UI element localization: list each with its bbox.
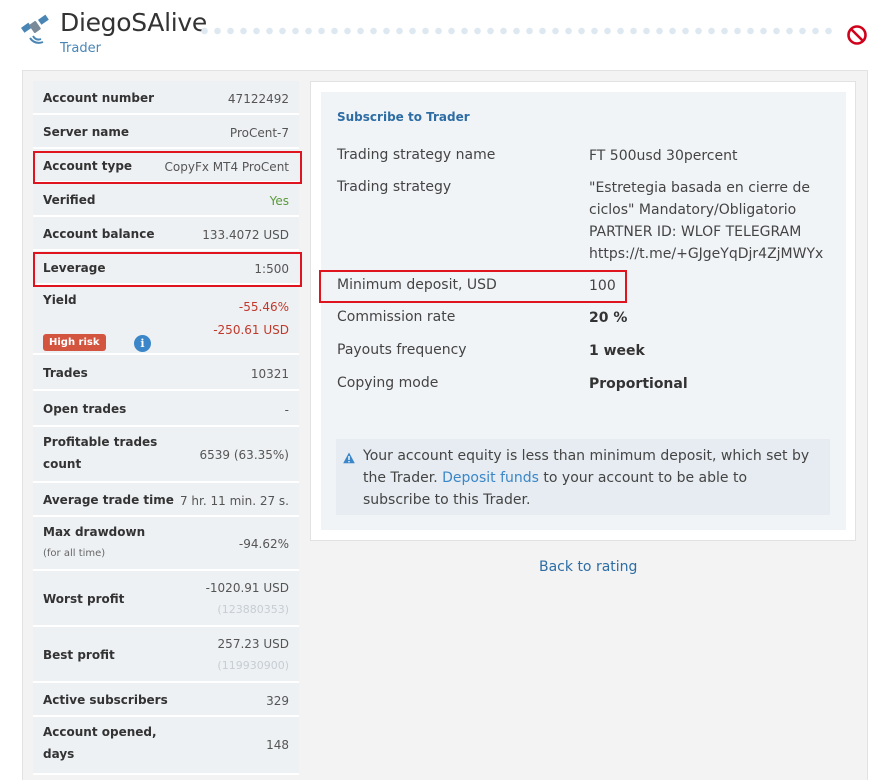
- stat-verified: Verified Yes: [33, 183, 299, 217]
- stat-worst-profit: Worst profit -1020.91 USD (123880353): [33, 571, 299, 627]
- copying-mode-value: Proportional: [589, 376, 688, 392]
- blocked-icon[interactable]: [846, 24, 868, 46]
- stat-max-drawdown: Max drawdown (for all time) -94.62%: [33, 517, 299, 571]
- satellite-icon: [21, 14, 49, 44]
- high-risk-badge: High risk: [43, 334, 106, 351]
- strategy-line-3: PARTNER ID: WLOF TELEGRAM: [589, 224, 802, 240]
- copying-mode-label: Copying mode: [337, 375, 439, 391]
- trader-stats-table: Account number 47122492 Server name ProC…: [33, 81, 299, 775]
- stat-server-name: Server name ProCent-7: [33, 115, 299, 149]
- stat-account-number: Account number 47122492: [33, 81, 299, 115]
- highlight-min-deposit: [319, 270, 627, 303]
- commission-label: Commission rate: [337, 309, 456, 325]
- payouts-label: Payouts frequency: [337, 342, 467, 358]
- warning-icon: [343, 452, 355, 464]
- header-divider: [198, 27, 838, 35]
- stat-open-trades: Open trades -: [33, 391, 299, 427]
- trader-name: DiegoSAlive: [60, 8, 207, 37]
- stat-best-profit: Best profit 257.23 USD (119930900): [33, 627, 299, 683]
- strategy-name-value: FT 500usd 30percent: [589, 148, 738, 164]
- stat-active-subscribers: Active subscribers 329: [33, 683, 299, 717]
- strategy-label: Trading strategy: [337, 179, 452, 195]
- subscribe-heading: Subscribe to Trader: [337, 110, 470, 124]
- commission-value: 20 %: [589, 310, 628, 326]
- page-header: DiegoSAlive Trader: [0, 0, 872, 70]
- highlight-leverage: [33, 252, 302, 287]
- stat-average-trade-time: Average trade time 7 hr. 11 min. 27 s.: [33, 483, 299, 517]
- back-to-rating-link[interactable]: Back to rating: [539, 559, 637, 575]
- strategy-line-1: "Estretegia basada en cierre de: [589, 180, 810, 196]
- info-icon[interactable]: i: [134, 335, 151, 352]
- strategy-line-4: https://t.me/+GJgeYqDjr4ZjMWYx: [589, 246, 824, 262]
- stat-profitable-trades: Profitable trades count 6539 (63.35%): [33, 427, 299, 483]
- strategy-name-label: Trading strategy name: [337, 147, 496, 163]
- stat-account-balance: Account balance 133.4072 USD: [33, 217, 299, 251]
- payouts-value: 1 week: [589, 343, 645, 359]
- strategy-line-2: ciclos" Mandatory/Obligatorio: [589, 202, 797, 218]
- deposit-funds-link[interactable]: Deposit funds: [442, 470, 539, 486]
- highlight-account-type: [33, 151, 302, 184]
- stat-yield: Yield -55.46% -250.61 USD High risk i: [33, 285, 299, 355]
- trader-role: Trader: [60, 41, 101, 56]
- stat-account-opened: Account opened, days 148: [33, 717, 299, 775]
- equity-notice-text: Your account equity is less than minimum…: [363, 448, 810, 508]
- stat-trades: Trades 10321: [33, 355, 299, 391]
